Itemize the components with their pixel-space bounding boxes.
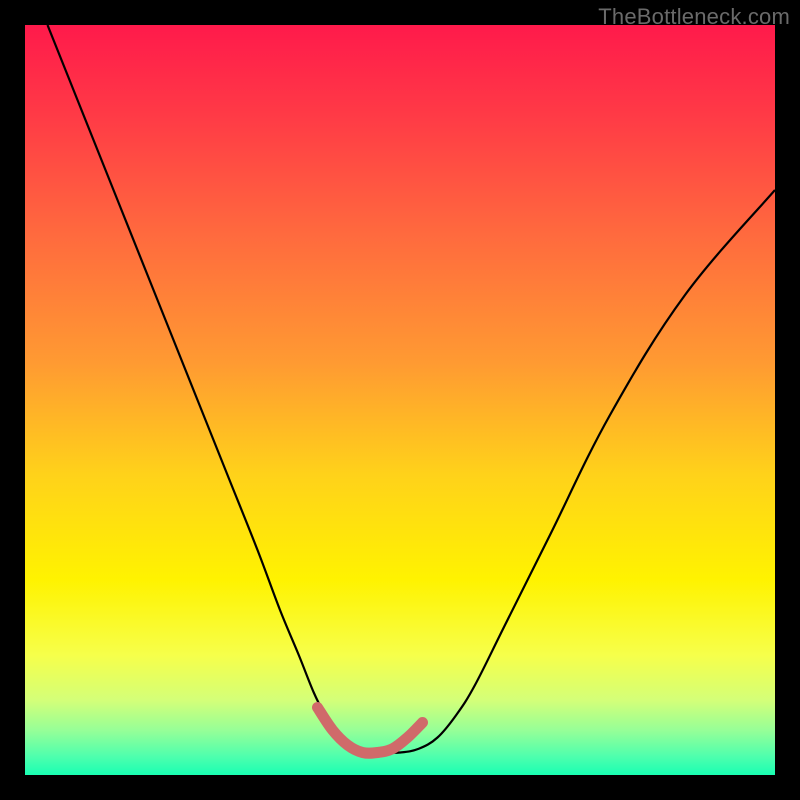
main-curve: [48, 25, 776, 753]
plot-area: [25, 25, 775, 775]
watermark-text: TheBottleneck.com: [598, 4, 790, 30]
flat-marker: [318, 708, 423, 754]
curve-layer: [25, 25, 775, 775]
chart-frame: TheBottleneck.com: [0, 0, 800, 800]
